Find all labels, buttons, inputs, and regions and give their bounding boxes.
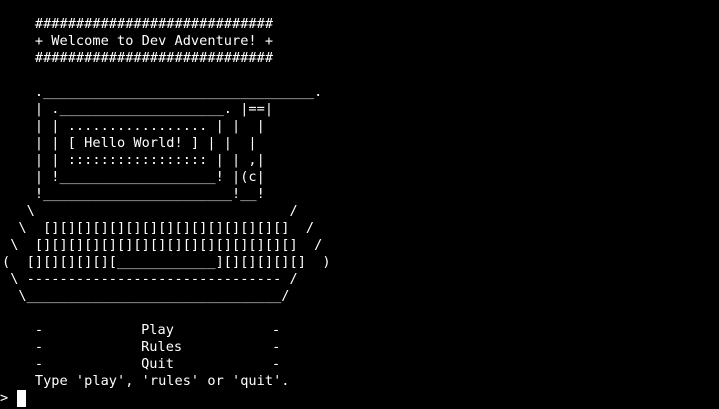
ascii-computer-line: | !___________________! |(c| (2, 169, 265, 185)
menu-dash-right: - (271, 322, 281, 338)
banner-bottom-border: ############################# (2, 50, 274, 66)
menu-dash-left: - (2, 322, 44, 338)
menu-label-rules: Rules (141, 339, 183, 355)
terminal-window: ############################# + Welcome … (0, 0, 719, 409)
banner-top-border: ############################# (2, 16, 274, 32)
ascii-computer-hello-world: | | [ Hello World! ] | | | (2, 135, 257, 151)
ascii-keyboard-line: \ / (2, 203, 298, 219)
menu-dash-right: - (271, 356, 281, 372)
menu-item-quit: - Quit - (2, 356, 331, 373)
menu-dash-left: - (2, 356, 44, 372)
menu-label-quit: Quit (141, 356, 174, 372)
menu-dash-left: - (2, 339, 44, 355)
ascii-keyboard-line: ( [][][][][][____________][][][][][] ) (2, 254, 331, 270)
ascii-computer-top: ._________________________________. (2, 84, 323, 100)
menu-item-rules: - Rules - (2, 339, 331, 356)
terminal-output: ############################# + Welcome … (2, 16, 331, 390)
ascii-keyboard-line: \ [][][][][][][][][][][][][][][] / (2, 220, 315, 236)
menu-dash-right: - (272, 339, 281, 355)
text-cursor[interactable] (17, 389, 27, 407)
banner-welcome-text: + Welcome to Dev Adventure! + (2, 33, 274, 49)
ascii-computer-line: | .____________________. |==| (2, 101, 274, 117)
ascii-computer-line: | | ................. | | | (2, 118, 265, 134)
ascii-computer-line: | | ::::::::::::::::: | | ,| (2, 152, 265, 168)
menu-label-play: Play (141, 322, 174, 338)
ascii-keyboard-line: \ [][][][][][][][][][][][][][][][] / (2, 237, 323, 253)
prompt-symbol: > (0, 389, 9, 406)
ascii-keyboard-bottom: \_______________________________/ (2, 288, 290, 304)
ascii-keyboard-line: \ ------------------------------- / (2, 271, 298, 287)
ascii-computer-line: !_______________________!__! (2, 186, 265, 202)
instructions-text: Type 'play', 'rules' or 'quit'. (2, 373, 290, 389)
input-prompt-row[interactable]: > (0, 389, 27, 407)
menu-item-play: - Play - (2, 322, 331, 339)
